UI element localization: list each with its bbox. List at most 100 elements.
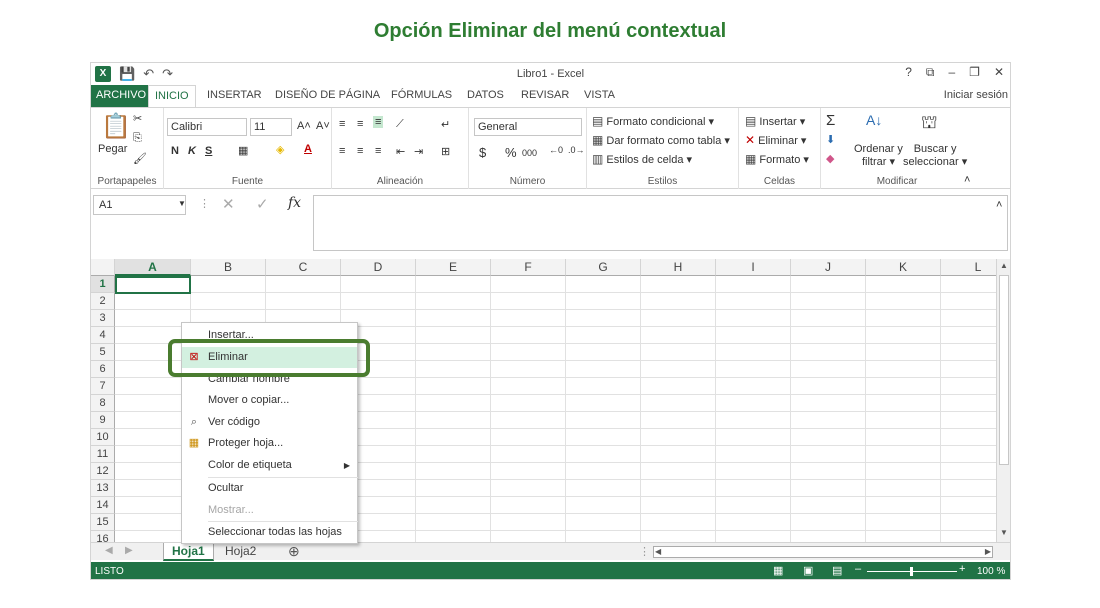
insert-cells-button[interactable]: ▤ Insertar ▾ — [745, 114, 805, 128]
horizontal-scrollbar[interactable]: ◀ ▶ — [653, 546, 993, 558]
increase-indent-icon[interactable]: ⇥ — [414, 145, 423, 158]
row-header[interactable]: 6 — [91, 361, 115, 378]
borders-icon[interactable]: ▦ — [238, 144, 248, 157]
minimize-icon[interactable]: – — [948, 65, 955, 80]
collapse-ribbon-icon[interactable]: ˄ — [964, 174, 970, 186]
close-icon[interactable]: ✕ — [994, 65, 1004, 80]
signin-link[interactable]: Iniciar sesión — [944, 89, 1008, 101]
page-layout-icon[interactable]: ▣ — [803, 564, 813, 577]
tab-archivo[interactable]: ARCHIVO — [91, 85, 152, 107]
restore-icon[interactable]: ❐ — [969, 65, 980, 80]
menu-item-color-etiqueta[interactable]: Color de etiqueta ▶ — [182, 455, 357, 476]
cut-icon[interactable]: ✂ — [133, 112, 142, 125]
row-header[interactable]: 16 — [91, 531, 115, 542]
add-sheet-icon[interactable]: ⊕ — [288, 543, 300, 560]
normal-view-icon[interactable]: ▦ — [773, 564, 783, 577]
format-cells-button[interactable]: ▦ Formato ▾ — [745, 152, 809, 166]
font-size-select[interactable]: 11 — [250, 118, 292, 136]
paste-icon[interactable]: 📋 — [101, 112, 131, 141]
column-header[interactable]: D — [341, 259, 416, 276]
row-header[interactable]: 8 — [91, 395, 115, 412]
split-handle-icon[interactable]: ⋮ — [639, 545, 650, 558]
copy-icon[interactable]: ⎘ — [133, 132, 142, 145]
row-header[interactable]: 15 — [91, 514, 115, 531]
next-sheet-icon[interactable]: ▶ — [125, 545, 133, 556]
row-header[interactable]: 4 — [91, 327, 115, 344]
format-as-table-button[interactable]: ▦ Dar formato como tabla ▾ — [592, 133, 730, 147]
italic-button[interactable]: K — [188, 145, 196, 157]
zoom-slider-thumb[interactable] — [910, 567, 913, 576]
row-header[interactable]: 10 — [91, 429, 115, 446]
binoculars-icon[interactable]: ⛫ — [921, 112, 938, 136]
menu-item-proteger-hoja[interactable]: ▦ Proteger hoja... — [182, 433, 357, 454]
tab-revisar[interactable]: REVISAR — [515, 85, 575, 107]
row-header[interactable]: 2 — [91, 293, 115, 310]
scroll-down-icon[interactable]: ▼ — [998, 527, 1010, 539]
formula-input[interactable] — [313, 195, 1008, 251]
orientation-icon[interactable]: ⟋ — [396, 118, 404, 131]
column-header[interactable]: J — [791, 259, 866, 276]
align-center-icon[interactable]: ≡ — [357, 145, 363, 157]
grow-font-icon[interactable]: A˄ — [297, 120, 311, 132]
bold-button[interactable]: N — [171, 145, 179, 157]
column-header[interactable]: I — [716, 259, 791, 276]
thousands-button[interactable]: 000 — [522, 148, 537, 158]
column-header[interactable]: E — [416, 259, 491, 276]
ribbon-display-icon[interactable]: ⧉ — [926, 65, 935, 80]
tab-diseno[interactable]: DISEÑO DE PÁGINA — [269, 85, 386, 107]
sort-filter-icon[interactable]: A↓ — [866, 112, 882, 128]
align-bottom-icon[interactable]: ≡ — [373, 116, 384, 128]
tab-datos[interactable]: DATOS — [461, 85, 510, 107]
menu-item-mover-copiar[interactable]: Mover o copiar... — [182, 390, 357, 411]
help-icon[interactable]: ? — [905, 65, 912, 80]
align-left-icon[interactable]: ≡ — [339, 145, 345, 157]
active-cell[interactable] — [115, 276, 191, 294]
name-box-dropdown-icon[interactable]: ▼ — [178, 199, 186, 208]
enter-icon[interactable]: ✓ — [256, 195, 269, 213]
row-header[interactable]: 11 — [91, 446, 115, 463]
fill-color-icon[interactable]: ◈ — [276, 143, 284, 156]
fx-button[interactable]: fx — [288, 195, 301, 211]
scroll-up-icon[interactable]: ▲ — [998, 260, 1010, 272]
zoom-level[interactable]: 100 % — [977, 566, 1005, 577]
menu-item-ocultar[interactable]: Ocultar — [182, 478, 357, 499]
font-name-select[interactable]: Calibri — [167, 118, 247, 136]
sort-filter-button[interactable]: Ordenar y filtrar ▾ — [854, 143, 903, 168]
align-top-icon[interactable]: ≡ — [339, 118, 345, 130]
delete-cells-button[interactable]: ✕ Eliminar ▾ — [745, 133, 806, 147]
row-header[interactable]: 1 — [91, 276, 115, 293]
row-header[interactable]: 7 — [91, 378, 115, 395]
underline-button[interactable]: S — [205, 145, 212, 157]
scroll-left-icon[interactable]: ◀ — [655, 547, 661, 557]
align-right-icon[interactable]: ≡ — [375, 145, 381, 157]
font-color-icon[interactable]: A — [304, 143, 312, 155]
align-middle-icon[interactable]: ≡ — [357, 118, 363, 130]
row-header[interactable]: 3 — [91, 310, 115, 327]
zoom-out-icon[interactable]: – — [855, 563, 861, 575]
wrap-text-icon[interactable]: ↵ — [441, 118, 450, 131]
menu-item-seleccionar-todas[interactable]: Seleccionar todas las hojas — [182, 522, 357, 543]
sheet-tab-hoja1[interactable]: Hoja1 — [163, 543, 214, 561]
format-painter-icon[interactable]: 🖌 — [133, 152, 147, 165]
currency-button[interactable]: $ — [479, 145, 486, 160]
find-select-button[interactable]: Buscar y seleccionar ▾ — [903, 143, 967, 168]
column-header[interactable]: C — [266, 259, 341, 276]
increase-decimal-icon[interactable]: ←0 — [549, 145, 563, 155]
prev-sheet-icon[interactable]: ◀ — [105, 545, 113, 556]
column-header[interactable]: H — [641, 259, 716, 276]
column-header[interactable]: G — [566, 259, 641, 276]
tab-insertar[interactable]: INSERTAR — [201, 85, 268, 107]
sheet-tab-hoja2[interactable]: Hoja2 — [217, 543, 264, 561]
percent-button[interactable]: % — [505, 145, 517, 160]
row-header[interactable]: 5 — [91, 344, 115, 361]
fill-icon[interactable]: ⬇ — [826, 133, 835, 146]
scroll-thumb[interactable] — [999, 275, 1009, 465]
select-all-corner[interactable] — [91, 259, 115, 276]
shrink-font-icon[interactable]: A˅ — [316, 120, 330, 132]
menu-item-ver-codigo[interactable]: ⌕ Ver código — [182, 412, 357, 433]
number-format-select[interactable]: General — [474, 118, 582, 136]
autosum-icon[interactable]: Σ — [826, 112, 835, 129]
merge-center-icon[interactable]: ⊞ — [441, 145, 450, 158]
column-header[interactable]: L — [941, 259, 996, 276]
decrease-indent-icon[interactable]: ⇤ — [396, 145, 405, 158]
